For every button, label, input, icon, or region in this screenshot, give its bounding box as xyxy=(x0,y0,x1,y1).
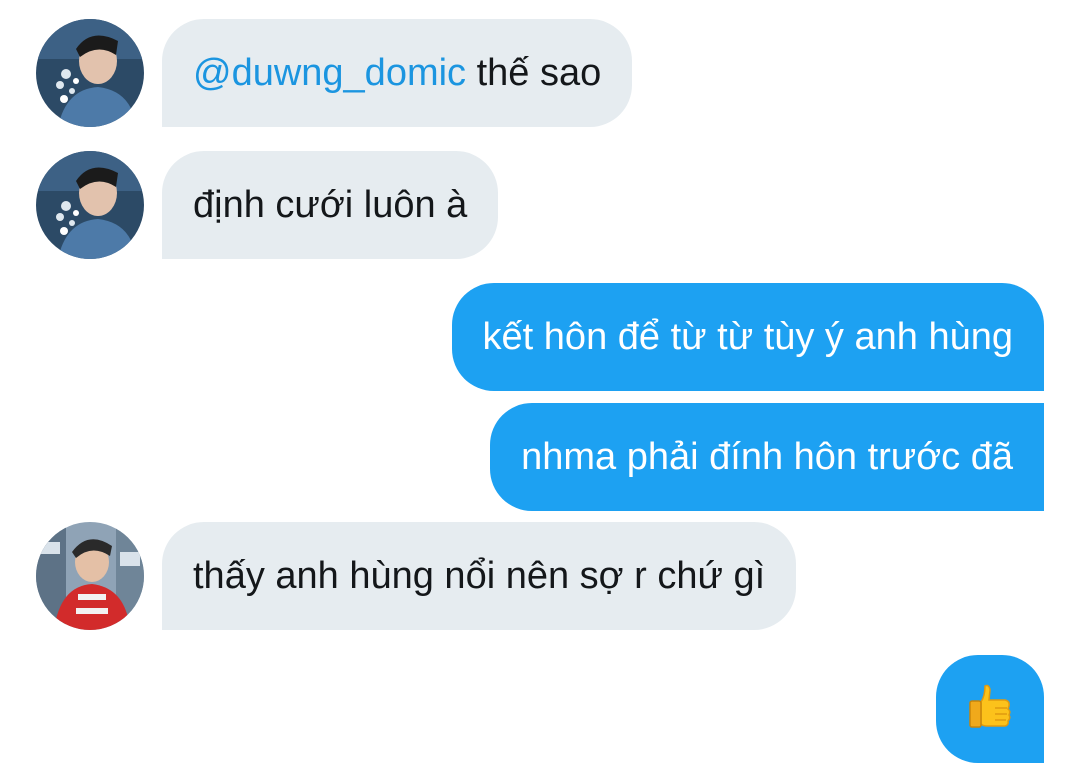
message-bubble[interactable]: thấy anh hùng nổi nên sợ r chứ gì xyxy=(162,522,797,630)
message-bubble[interactable]: @duwng_domic thế sao xyxy=(162,19,633,127)
message-bubble[interactable]: định cưới luôn à xyxy=(162,151,499,259)
message-bubble[interactable] xyxy=(936,655,1044,763)
message-text: định cưới luôn à xyxy=(193,184,468,226)
avatar[interactable] xyxy=(36,522,144,630)
message-text: nhma phải đính hôn trước đã xyxy=(521,436,1013,478)
message-text: kết hôn để từ từ tùy ý anh hùng xyxy=(482,316,1013,358)
message-text: thế sao xyxy=(466,52,602,94)
message-bubble[interactable]: kết hôn để từ từ tùy ý anh hùng xyxy=(451,283,1044,391)
avatar[interactable] xyxy=(36,151,144,259)
message-bubble[interactable]: nhma phải đính hôn trước đã xyxy=(490,403,1044,511)
message-text: thấy anh hùng nổi nên sợ r chứ gì xyxy=(193,555,766,597)
avatar[interactable] xyxy=(36,19,144,127)
mention-link[interactable]: @duwng_domic xyxy=(193,54,466,92)
thumbs-up-icon xyxy=(967,682,1013,737)
